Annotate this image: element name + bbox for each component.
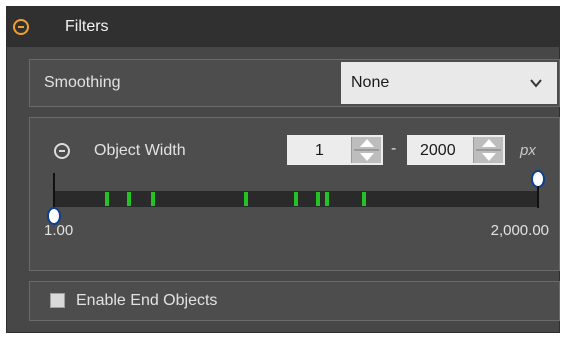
- spin-down-icon[interactable]: [359, 153, 374, 161]
- max-width-spinner[interactable]: 2000: [407, 135, 505, 165]
- enable-end-objects-label[interactable]: Enable End Objects: [76, 292, 217, 310]
- histogram-marker: [151, 192, 155, 206]
- min-width-spinner[interactable]: 1: [287, 135, 383, 165]
- filters-title: Filters: [65, 18, 109, 35]
- histogram-marker: [244, 192, 248, 206]
- spin-up-icon[interactable]: [359, 139, 374, 147]
- object-width-group: Object Width 1 - 2000 px 1.00 2,000.00: [29, 117, 560, 271]
- minus-circle-icon[interactable]: [54, 143, 70, 159]
- filters-header[interactable]: Filters: [7, 7, 559, 47]
- spin-up-icon[interactable]: [481, 139, 496, 147]
- spinner-arrows[interactable]: [473, 137, 503, 163]
- range-min-label: 1.00: [44, 222, 74, 239]
- smoothing-label: Smoothing: [44, 74, 121, 91]
- min-width-value[interactable]: 1: [315, 142, 324, 160]
- enable-end-objects-checkbox[interactable]: [50, 293, 65, 308]
- minus-circle-icon[interactable]: [13, 19, 29, 35]
- object-width-label: Object Width: [94, 142, 186, 159]
- end-objects-row: Enable End Objects: [29, 281, 560, 321]
- range-separator: -: [391, 140, 397, 157]
- unit-label: px: [520, 142, 536, 159]
- spinner-divider: [354, 149, 379, 151]
- width-histogram-track[interactable]: [54, 191, 538, 207]
- filters-panel: Filters Smoothing None Object Width 1 - …: [6, 6, 560, 333]
- max-slider-handle[interactable]: [531, 170, 545, 210]
- spinner-arrows[interactable]: [351, 137, 381, 163]
- handle-stem: [537, 186, 539, 208]
- chevron-down-icon: [530, 79, 542, 88]
- spinner-divider: [476, 149, 501, 151]
- histogram-marker: [294, 192, 298, 206]
- spin-down-icon[interactable]: [481, 153, 496, 161]
- range-max-label: 2,000.00: [490, 222, 549, 239]
- smoothing-select[interactable]: None: [341, 62, 557, 104]
- histogram-marker: [105, 192, 109, 206]
- smoothing-selected-value: None: [351, 74, 390, 91]
- histogram-marker: [127, 192, 131, 206]
- histogram-marker: [325, 192, 329, 206]
- histogram-marker: [362, 192, 366, 206]
- smoothing-row: Smoothing None: [29, 59, 560, 107]
- histogram-marker: [316, 192, 320, 206]
- handle-stem: [53, 173, 55, 207]
- max-width-value[interactable]: 2000: [420, 142, 456, 160]
